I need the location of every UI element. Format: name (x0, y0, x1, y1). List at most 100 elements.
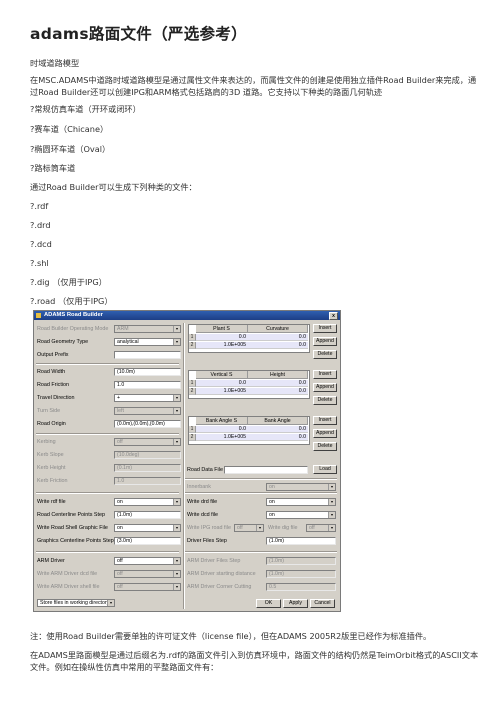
separator (36, 433, 179, 435)
append-button[interactable]: Append (313, 383, 337, 392)
field-label: Write ARM Driver dcd file (37, 571, 98, 577)
text-field[interactable]: (3.0m) (114, 537, 181, 545)
ipg-road-select[interactable]: off ▾ (234, 524, 264, 532)
apply-button[interactable]: Apply (283, 599, 308, 608)
delete-button[interactable]: Delete (313, 350, 337, 359)
field-label: Road Width (37, 369, 66, 375)
field-label: Write drd file (187, 499, 218, 505)
chevron-down-icon: ▾ (173, 558, 180, 564)
load-button[interactable]: Load (313, 465, 337, 474)
text-field[interactable]: (0.1m) (114, 464, 181, 472)
app-icon (36, 313, 41, 318)
column-header: Vertical S (196, 371, 248, 379)
row-number: 2 (189, 342, 196, 349)
table-cell[interactable]: 0.0 (248, 342, 308, 349)
separator (36, 492, 179, 494)
field-label: Write rdf file (37, 499, 66, 505)
dropdown-select[interactable]: analytical ▾ (114, 338, 181, 346)
innerbank-select[interactable]: on ▾ (266, 483, 336, 491)
chevron-down-icon: ▾ (173, 525, 180, 531)
ok-button[interactable]: OK (256, 599, 281, 608)
field-label: Kerb Height (37, 465, 66, 471)
dropdown-select[interactable]: ARM ▾ (114, 325, 181, 333)
paragraph: 通过Road Builder可以生成下列种类的文件： (30, 182, 197, 192)
road-builder-dialog: ADAMS Road Builder x Road Builder Operat… (33, 310, 341, 612)
table-cell[interactable]: 0.0 (196, 426, 248, 433)
page-title: adams路面文件（严选参考） (30, 25, 247, 43)
text-field[interactable]: (0.0m),(0.0m),(0.0m) (114, 420, 181, 428)
dropdown-select[interactable]: left ▾ (114, 407, 181, 415)
dig-file-select[interactable]: off ▾ (306, 524, 336, 532)
field-label: Innerbank (187, 484, 211, 490)
list-item: ?椭圆环车道（Oval） (30, 144, 111, 154)
paragraph: 在MSC.ADAMS中道路时域道路模型是通过属性文件来表达的，而属性文件的创建是… (30, 75, 477, 97)
delete-button[interactable]: Delete (313, 442, 337, 451)
field-label: ARM Driver Corner Cutting (187, 584, 252, 590)
table-cell[interactable]: 0.0 (248, 388, 308, 395)
list-item: ?路标筒车道 (30, 163, 76, 173)
table-cell[interactable]: 1.0E+005 (196, 342, 248, 349)
data-table[interactable]: Vertical S Height 1 0.0 0.0 2 1.0E+005 0.0 (188, 370, 310, 399)
list-item: ?.dcd (30, 239, 52, 249)
field-label: Road Centerline Points Step (37, 512, 106, 518)
table-cell[interactable]: 0.0 (248, 380, 308, 387)
dropdown-select[interactable]: off ▾ (114, 557, 181, 565)
field-label: Kerb Friction (37, 478, 68, 484)
chevron-down-icon: ▾ (173, 339, 180, 345)
delete-button[interactable]: Delete (313, 396, 337, 405)
column-header: Height (248, 371, 308, 379)
list-item: ?赛车道（Chicane） (30, 124, 109, 134)
dropdown-select[interactable]: on ▾ (266, 511, 336, 519)
dropdown-select[interactable]: on ▾ (114, 498, 181, 506)
field-label: Driver Files Step (187, 538, 227, 544)
dropdown-select[interactable]: off ▾ (114, 570, 181, 578)
dropdown-select[interactable]: off ▾ (114, 583, 181, 591)
cancel-button[interactable]: Cancel (310, 599, 335, 608)
append-button[interactable]: Append (313, 337, 337, 346)
text-field[interactable]: (1.0m) (266, 570, 336, 578)
list-item: ?.rdf (30, 201, 49, 211)
text-field[interactable]: (1.0m) (114, 511, 181, 519)
store-location-select[interactable]: Store files in working directory ▾ (37, 599, 115, 607)
driver-files-step-field[interactable]: (1.0m) (266, 537, 336, 545)
field-label: Turn Side (37, 408, 61, 414)
chevron-down-icon: ▾ (256, 525, 263, 531)
dropdown-select[interactable]: + ▾ (114, 394, 181, 402)
append-button[interactable]: Append (313, 429, 337, 438)
column-header: Curvature (248, 325, 308, 333)
text-field[interactable]: (1.0m) (266, 557, 336, 565)
dropdown-select[interactable]: off ▾ (114, 438, 181, 446)
close-button[interactable]: x (329, 312, 338, 320)
field-label: ARM Driver starting distance (187, 571, 256, 577)
field-label: ARM Driver (37, 558, 65, 564)
table-cell[interactable]: 0.0 (248, 434, 308, 441)
vertical-separator (183, 323, 185, 609)
dropdown-select[interactable]: on ▾ (114, 524, 181, 532)
text-field[interactable]: 0.5 (266, 583, 336, 591)
text-field[interactable]: (10.0m) (114, 368, 181, 376)
insert-button[interactable]: Insert (313, 370, 337, 379)
field-label: Road Builder Operating Mode (37, 326, 109, 332)
insert-button[interactable]: Insert (313, 416, 337, 425)
dialog-titlebar: ADAMS Road Builder x (34, 311, 340, 320)
table-cell[interactable]: 0.0 (196, 380, 248, 387)
note-paragraph: 注：使用Road Builder需要单独的许可证文件（license file）… (30, 631, 432, 641)
text-field[interactable]: 1.0 (114, 477, 181, 485)
road-data-file-input[interactable] (224, 466, 308, 474)
insert-button[interactable]: Insert (313, 324, 337, 333)
separator (185, 551, 337, 553)
table-cell[interactable]: 1.0E+005 (196, 434, 248, 441)
data-table[interactable]: Plant S Curvature 1 0.0 0.0 2 1.0E+005 0.0 (188, 324, 310, 353)
data-table[interactable]: Bank Angle S Bank Angle 1 0.0 0.0 2 1.0E+005 0.… (188, 416, 310, 445)
table-cell[interactable]: 0.0 (196, 334, 248, 341)
chevron-down-icon: ▾ (328, 512, 335, 518)
table-cell[interactable]: 0.0 (248, 426, 308, 433)
text-field[interactable] (114, 351, 181, 359)
chevron-down-icon: ▾ (173, 499, 180, 505)
list-item: ?.road （仅用于IPG） (30, 296, 113, 306)
text-field[interactable]: 1.0 (114, 381, 181, 389)
table-cell[interactable]: 0.0 (248, 334, 308, 341)
text-field[interactable]: (10.0deg) (114, 451, 181, 459)
table-cell[interactable]: 1.0E+005 (196, 388, 248, 395)
dropdown-select[interactable]: on ▾ (266, 498, 336, 506)
